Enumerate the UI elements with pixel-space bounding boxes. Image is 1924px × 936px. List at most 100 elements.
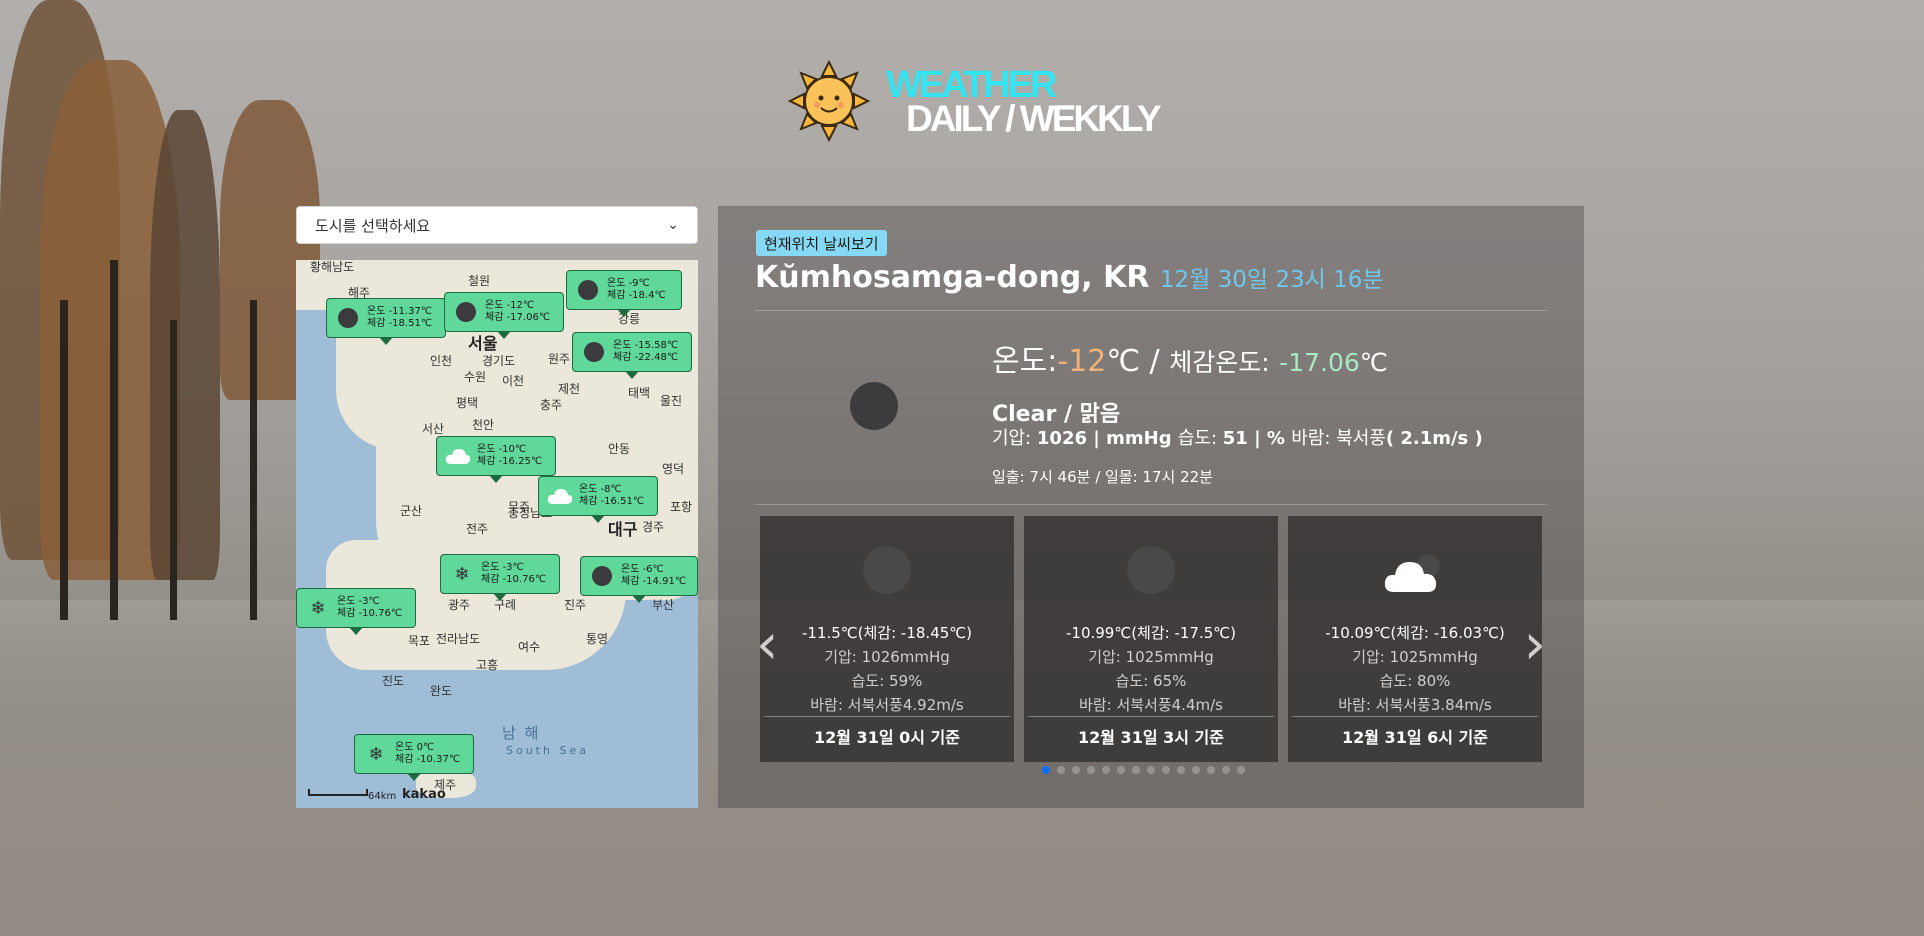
map-label: 철원 xyxy=(468,274,491,288)
map-label: 무주 xyxy=(508,500,531,514)
pressure-value: 1026 xyxy=(1036,428,1088,449)
sun-icon xyxy=(788,60,870,142)
marker-temp: 온도 -9℃ xyxy=(607,278,650,289)
moon-icon xyxy=(581,339,607,365)
marker-feel: 체감 -18.4℃ xyxy=(607,290,666,301)
map-weather-marker[interactable]: 온도 -6℃ 체감 -14.91℃ xyxy=(580,556,698,603)
map-label: 황해남도 xyxy=(310,260,355,274)
forecast-wind: 바람: 서북서풍4.92m/s xyxy=(810,696,964,714)
forecast-card[interactable]: -10.99℃(체감: -17.5℃) 기압: 1025mmHg 습도: 65%… xyxy=(1024,516,1278,762)
map-label: 전라남도 xyxy=(436,632,481,646)
marker-feel: 체감 -22.48℃ xyxy=(613,352,679,363)
map-weather-marker[interactable]: ❄ 온도 -3℃ 체감 -10.76℃ xyxy=(296,588,416,635)
carousel-indicator[interactable] xyxy=(1132,766,1140,774)
weather-map[interactable]: 황해남도 해주 철원 서울 인천 수원 경기도 원주 강릉 이천 태백 평택 충… xyxy=(296,260,698,808)
forecast-temp: -11.5℃(체감: -18.45℃) xyxy=(802,624,972,642)
carousel-indicator[interactable] xyxy=(1192,766,1200,774)
carousel-indicator[interactable] xyxy=(1222,766,1230,774)
moon-icon xyxy=(589,563,615,589)
marker-temp: 온도 -11.37℃ xyxy=(367,306,433,317)
moon-icon xyxy=(575,277,601,303)
city-select[interactable]: 도시를 선택하세요 ⌄ xyxy=(296,206,698,244)
divider xyxy=(755,310,1547,311)
carousel-indicator[interactable] xyxy=(1237,766,1245,774)
map-weather-marker[interactable]: 온도 -9℃ 체감 -18.4℃ xyxy=(566,270,682,317)
map-label: 영덕 xyxy=(662,462,685,476)
map-label: 진도 xyxy=(382,674,405,688)
current-location-button[interactable]: 현재위치 날씨보기 xyxy=(756,230,887,256)
humidity-unit: | % xyxy=(1247,428,1292,449)
divider xyxy=(764,716,1010,717)
forecast-card[interactable]: -11.5℃(체감: -18.45℃) 기압: 1026mmHg 습도: 59%… xyxy=(760,516,1014,762)
current-datetime: 12월 30일 23시 16분 xyxy=(1159,267,1384,293)
clear-night-icon xyxy=(850,382,898,430)
carousel-indicator[interactable] xyxy=(1117,766,1125,774)
background-tree-trunk xyxy=(110,260,118,620)
carousel-indicator[interactable] xyxy=(1162,766,1170,774)
snowflake-icon: ❄ xyxy=(310,597,326,619)
carousel-indicator[interactable] xyxy=(1147,766,1155,774)
humidity-value: 51 xyxy=(1222,428,1248,449)
carousel-indicator[interactable] xyxy=(1102,766,1110,774)
map-weather-marker[interactable]: 온도 -15.58℃ 체감 -22.48℃ xyxy=(572,332,692,379)
marker-temp: 온도 -8℃ xyxy=(579,484,622,495)
map-weather-marker[interactable]: 온도 -12℃ 체감 -17.06℃ xyxy=(444,292,564,339)
marker-temp: 온도 -10℃ xyxy=(477,444,527,455)
divider xyxy=(755,504,1547,505)
map-label: 부산 xyxy=(652,598,675,612)
map-weather-marker[interactable]: 온도 -8℃ 체감 -16.51℃ xyxy=(538,476,658,523)
map-label: 안동 xyxy=(608,442,631,456)
wind-value: ( 2.1m/s ) xyxy=(1385,428,1483,449)
city-select-placeholder: 도시를 선택하세요 xyxy=(315,216,431,235)
map-label: 포항 xyxy=(670,500,693,514)
map-weather-marker[interactable]: ❄ 온도 0℃ 체감 -10.37℃ xyxy=(354,734,474,781)
moon-icon xyxy=(335,305,361,331)
map-weather-marker[interactable]: ❄ 온도 -3℃ 체감 -10.76℃ xyxy=(440,554,560,601)
map-label: 충주 xyxy=(540,398,563,412)
temp-label: 온도: xyxy=(992,344,1058,379)
marker-feel: 체감 -10.37℃ xyxy=(395,754,461,765)
marker-feel: 체감 -17.06℃ xyxy=(485,312,551,323)
carousel-indicator[interactable] xyxy=(1042,766,1050,774)
current-weather-panel: 현재위치 날씨보기 Kŭmhosamga-dong, KR 12월 30일 23… xyxy=(718,206,1584,808)
map-label: 평택 xyxy=(456,396,479,410)
humidity-label: 습도: xyxy=(1177,428,1223,449)
carousel-indicator[interactable] xyxy=(1072,766,1080,774)
map-sea-label: 남 해 xyxy=(502,724,541,742)
forecast-humidity: 습도: 65% xyxy=(1115,672,1187,690)
map-label: 이천 xyxy=(502,374,525,388)
forecast-time: 12월 31일 0시 기준 xyxy=(814,728,960,747)
map-label: 광주 xyxy=(448,598,471,612)
marker-feel: 체감 -10.76℃ xyxy=(337,608,403,619)
pressure-unit: | mmHg xyxy=(1087,428,1178,449)
marker-temp: 온도 -12℃ xyxy=(485,300,535,311)
map-weather-marker[interactable]: 온도 -10℃ 체감 -16.25℃ xyxy=(436,436,556,483)
pressure-label: 기압: xyxy=(992,428,1037,449)
forecast-humidity: 습도: 80% xyxy=(1379,672,1451,690)
cloud-icon xyxy=(547,483,573,509)
background-tree xyxy=(150,110,220,580)
map-weather-marker[interactable]: 온도 -11.37℃ 체감 -18.51℃ xyxy=(326,298,446,345)
clear-night-icon xyxy=(863,546,911,594)
carousel-indicator[interactable] xyxy=(1207,766,1215,774)
map-label: 태백 xyxy=(628,386,651,400)
temp-value: -12 xyxy=(1057,344,1107,379)
map-label: 수원 xyxy=(464,370,487,384)
forecast-wind: 바람: 서북서풍3.84m/s xyxy=(1338,696,1492,714)
carousel-indicator[interactable] xyxy=(1057,766,1065,774)
forecast-pressure: 기압: 1026mmHg xyxy=(824,648,950,666)
chevron-right-icon[interactable]: › xyxy=(1524,612,1546,677)
map-label: 진주 xyxy=(564,598,587,612)
chevron-left-icon[interactable]: ‹ xyxy=(756,612,778,677)
marker-temp: 온도 -3℃ xyxy=(337,596,380,607)
carousel-indicator[interactable] xyxy=(1087,766,1095,774)
carousel-indicator[interactable] xyxy=(1177,766,1185,774)
map-label: 서울 xyxy=(468,334,498,353)
forecast-card[interactable]: -10.09℃(체감: -16.03℃) 기압: 1025mmHg 습도: 80… xyxy=(1288,516,1542,762)
map-label: 통영 xyxy=(586,632,609,646)
cloud-icon xyxy=(1384,554,1440,592)
background-tree-trunk xyxy=(170,320,177,620)
carousel-indicators xyxy=(1042,766,1245,774)
forecast-wind: 바람: 서북서풍4.4m/s xyxy=(1079,696,1223,714)
divider xyxy=(1292,716,1538,717)
